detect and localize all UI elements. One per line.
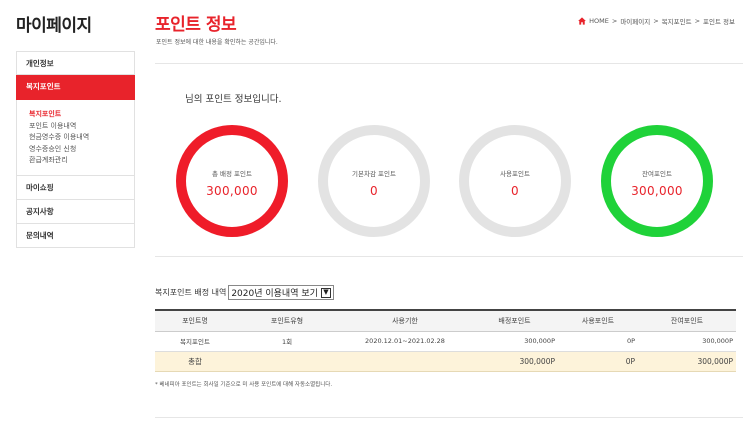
column-header: 배정포인트	[471, 309, 558, 332]
breadcrumb-home[interactable]: HOME	[589, 17, 609, 25]
cell-period: 2020.12.01~2021.02.28	[339, 331, 471, 352]
breadcrumb-separator: >	[653, 17, 659, 25]
empty-cell	[235, 351, 339, 372]
card-value: 0	[511, 184, 519, 198]
year-select[interactable]: 2020년 이용내역 보기 ▼	[228, 285, 334, 300]
column-header: 잔여포인트	[638, 309, 736, 332]
cell-assigned: 300,000P	[471, 331, 558, 352]
cell-remaining: 300,000P	[638, 331, 736, 352]
card-label: 총 배정 포인트	[211, 170, 252, 178]
divider	[155, 63, 743, 64]
card-label: 기본차감 포인트	[352, 170, 396, 178]
sidebar-item-personal-info[interactable]: 개인정보	[16, 51, 135, 75]
submenu-item-point-history[interactable]: 포인트 이용내역	[29, 121, 134, 133]
submenu-item-refund-account[interactable]: 환급계좌관리	[29, 155, 134, 167]
cell-point-name: 복지포인트	[155, 331, 235, 352]
page-title: 포인트 정보	[155, 15, 237, 35]
cell-used: 0P	[558, 331, 638, 352]
column-header: 포인트명	[155, 309, 235, 332]
points-table: 포인트명 포인트유형 사용기한 배정포인트 사용포인트 잔여포인트 복지포인트 …	[155, 309, 736, 372]
divider	[155, 417, 743, 418]
sidebar-item-welfare-points[interactable]: 복지포인트	[16, 75, 135, 100]
column-header: 사용포인트	[558, 309, 638, 332]
breadcrumb-current: 포인트 정보	[703, 18, 735, 26]
column-header: 포인트유형	[235, 309, 339, 332]
sidebar-item-my-shopping[interactable]: 마이쇼핑	[16, 175, 135, 200]
card-label: 잔여포인트	[642, 170, 672, 178]
sidebar-submenu: 복지포인트 포인트 이용내역 현금영수증 이용내역 영수증승인 신청 환급계좌관…	[16, 100, 135, 176]
breadcrumb-separator: >	[694, 17, 701, 25]
total-used: 0P	[558, 351, 638, 372]
sidebar-title: 마이페이지	[16, 16, 92, 36]
breadcrumb-mypage[interactable]: 마이페이지	[620, 16, 650, 26]
table-row: 복지포인트 1회 2020.12.01~2021.02.28 300,000P …	[155, 331, 736, 352]
divider	[155, 256, 743, 257]
sidebar-item-inquiries[interactable]: 문의내역	[16, 223, 135, 248]
table-header-row: 포인트명 포인트유형 사용기한 배정포인트 사용포인트 잔여포인트	[155, 309, 736, 332]
breadcrumb-welfare-points[interactable]: 복지포인트	[662, 16, 692, 26]
total-row: 총합 300,000P 0P 300,000P	[155, 351, 736, 372]
card-value: 0	[370, 184, 378, 198]
used-points-card: 사용포인트 0	[459, 125, 571, 237]
basic-deduction-points-card: 기본차감 포인트 0	[318, 125, 430, 237]
cell-point-type: 1회	[235, 331, 339, 352]
home-icon[interactable]	[578, 17, 586, 25]
total-remaining: 300,000P	[638, 351, 736, 372]
empty-cell	[339, 351, 471, 372]
footnote: * 베네피아 포인트는 회사일 기준으로 미 사용 포인트에 대해 자동소멸됩니…	[155, 382, 333, 388]
submenu-item-cash-receipt-history[interactable]: 현금영수증 이용내역	[29, 132, 134, 144]
submenu-item-receipt-approval[interactable]: 영수증승인 신청	[29, 144, 134, 156]
year-select-value: 2020년 이용내역 보기	[231, 289, 318, 299]
sidebar-item-notices[interactable]: 공지사항	[16, 199, 135, 224]
card-label: 사용포인트	[500, 170, 530, 178]
remaining-points-card: 잔여포인트 300,000	[601, 125, 713, 237]
card-value: 300,000	[206, 184, 258, 198]
submenu-item-welfare-points[interactable]: 복지포인트	[29, 109, 134, 121]
sidebar-menu: 개인정보 복지포인트 복지포인트 포인트 이용내역 현금영수증 이용내역 영수증…	[16, 51, 135, 248]
page-description: 포인트 정보에 대한 내용을 확인하는 공간입니다.	[156, 39, 278, 46]
breadcrumb-separator: >	[611, 17, 618, 25]
card-value: 300,000	[631, 184, 683, 198]
total-label: 총합	[155, 351, 235, 372]
chevron-down-icon[interactable]: ▼	[320, 287, 331, 298]
breadcrumb: HOME > 마이페이지 > 복지포인트 > 포인트 정보	[578, 16, 735, 26]
points-intro: 님의 포인트 정보입니다.	[185, 94, 282, 105]
history-label: 복지포인트 배정 내역	[155, 288, 227, 297]
total-assigned: 300,000P	[471, 351, 558, 372]
column-header: 사용기한	[339, 309, 471, 332]
history-filter: 복지포인트 배정 내역 2020년 이용내역 보기 ▼	[155, 285, 334, 300]
total-assigned-points-card: 총 배정 포인트 300,000	[176, 125, 288, 237]
